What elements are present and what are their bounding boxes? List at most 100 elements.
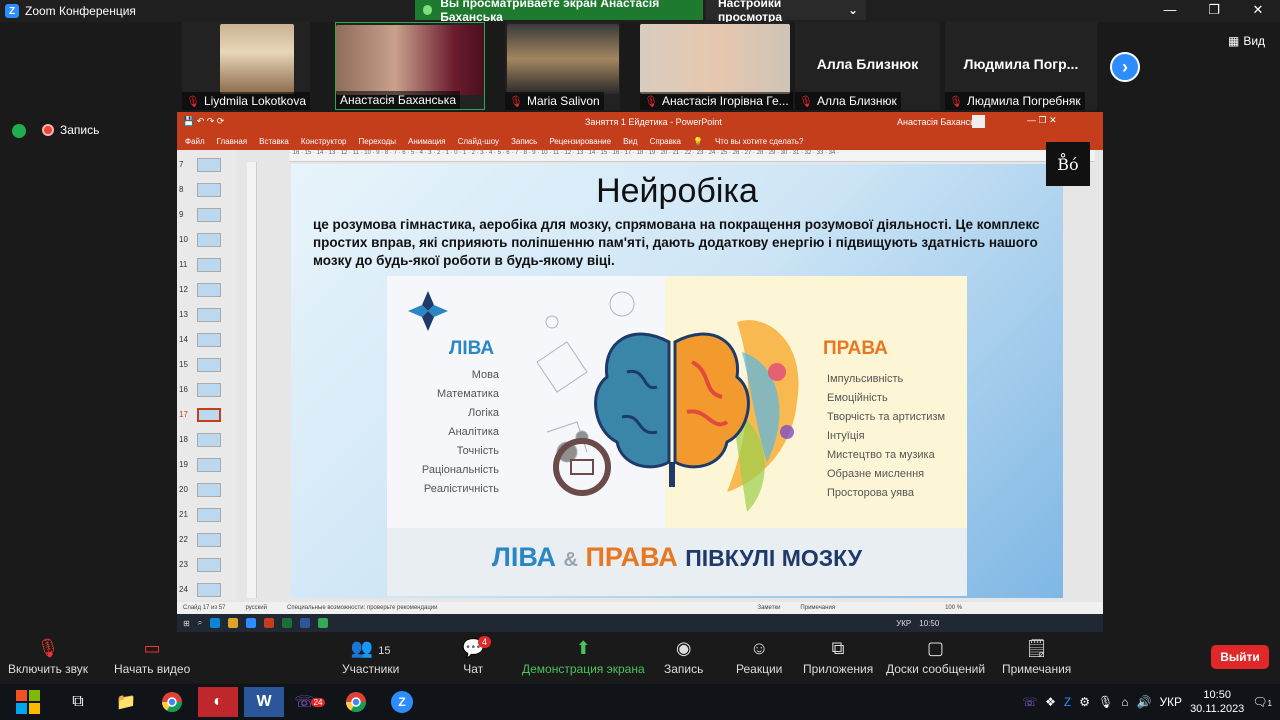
folder-icon[interactable] [228,618,239,628]
unmute-button[interactable]: 🎙 Включить звук [8,638,88,676]
slide-thumbnail[interactable] [197,283,221,297]
chrome-icon[interactable] [318,618,329,628]
input-language[interactable]: УКР [1159,695,1182,709]
microphone-tray-icon[interactable]: 🎙 [1098,695,1113,709]
share-screen-button[interactable]: ⬆ Демонстрация экрана [522,638,645,676]
slide-thumbnail[interactable] [197,333,221,347]
menu-record[interactable]: Запись [511,137,537,146]
minimize-button[interactable]: — [1148,0,1192,22]
status-accessibility[interactable]: Специальные возможности: проверьте реком… [287,605,437,611]
chrome-icon-2[interactable] [336,687,376,717]
participant-tile[interactable]: Людмила Погр... 🎙 Людмила Погребняк [945,22,1097,110]
edge-icon[interactable] [210,618,221,628]
participant-tile[interactable]: 🎙 Maria Salivon [505,22,620,110]
status-language[interactable]: русский [245,605,267,611]
ppt-window-controls[interactable]: — ❐ ✕ [1027,115,1057,126]
participants-button[interactable]: 👥 15 Участники [342,638,399,676]
reactions-button[interactable]: ☺ Реакции [736,638,782,676]
viber-tray-icon[interactable]: ☏ [1022,695,1037,709]
slide-thumbnail[interactable] [197,233,221,247]
clock[interactable]: 10:50 30.11.2023 [1190,688,1244,716]
notifications-icon[interactable]: 🗨1 [1252,695,1272,709]
slide-thumbnail[interactable] [197,508,221,522]
remote-taskbar-lang[interactable]: УКР [896,619,911,628]
search-icon[interactable]: ⌕ [198,618,202,628]
whiteboards-button[interactable]: ▢ Доски сообщений [886,638,985,676]
menu-home[interactable]: Главная [217,137,247,146]
powerpoint-window: 💾 ↶ ↷ ⟳ Заняття 1 Ейдетика - PowerPoint … [177,112,1103,632]
recording-indicator[interactable]: Запись [42,123,99,137]
viber-icon[interactable]: ☏ 24 [290,687,330,717]
zoom-tray-icon[interactable]: Z [1064,695,1071,709]
windows-start-icon[interactable]: ⊞ [183,619,190,628]
chat-badge: 4 [478,636,492,648]
view-button[interactable]: ▦ Вид [1228,34,1265,48]
settings-tray-icon[interactable]: ⚙ [1079,695,1090,709]
file-explorer-icon[interactable]: 📁 [106,687,146,717]
brain-illustration [536,291,799,512]
slide-canvas[interactable]: Нейробіка це розумова гімнастика, аеробі… [291,164,1063,598]
participant-tile[interactable]: 🎙 Liydmila Lokotkova [182,22,311,110]
menu-view[interactable]: Вид [623,137,637,146]
powerpoint-icon[interactable] [264,618,275,628]
zoom-icon[interactable] [246,618,257,628]
slide-thumbnail[interactable] [197,358,221,372]
menu-help[interactable]: Справка [650,137,681,146]
slide-thumbnail[interactable] [197,408,221,422]
chrome-icon[interactable] [152,687,192,717]
slide-thumbnail[interactable] [197,533,221,547]
word-icon[interactable] [300,618,311,628]
leave-button[interactable]: Выйти [1211,645,1269,669]
slide-thumbnail[interactable] [197,433,221,447]
slide-thumbnail[interactable] [197,183,221,197]
slide-thumbnail[interactable] [197,258,221,272]
apps-button[interactable]: ⧉ Приложения [803,638,873,676]
ppt-quick-access-icons[interactable]: 💾 ↶ ↷ ⟳ [183,116,224,127]
status-comments[interactable]: Примечания [800,605,835,611]
slides-panel[interactable]: 7 8 9 10 11 12 13 14 15 16 17 18 19 20 21 22 23 24 [177,150,237,600]
slide-thumbnail[interactable] [197,458,221,472]
remote-windows-taskbar: ⊞ ⌕ УКР 10:50 [177,614,1103,632]
slide-thumbnail[interactable] [197,383,221,397]
menu-transitions[interactable]: Переходы [358,137,396,146]
slide-thumbnail[interactable] [197,158,221,172]
menu-review[interactable]: Рецензирование [549,137,611,146]
participant-tile[interactable]: Алла Близнюк 🎙 Алла Близнюк [795,22,940,110]
zoom-app-icon[interactable]: Z [382,687,422,717]
maximize-button[interactable]: ❐ [1192,0,1236,22]
participant-tile[interactable]: 🎙 Анастасія Ігорівна Ге... [640,22,793,110]
status-notes[interactable]: Заметки [757,605,780,611]
app-red-icon[interactable]: ◐ [198,687,238,717]
excel-icon[interactable] [282,618,293,628]
notes-button[interactable]: 🗒 Примечания [1002,638,1071,676]
colorful-tray-icon[interactable]: ❖ [1045,695,1056,709]
task-view-icon[interactable]: ⧉ [58,687,98,717]
security-shield-icon[interactable] [12,124,26,138]
start-video-button[interactable]: ▭ Начать видео [114,638,190,676]
right-list-item: Емоційність [827,392,888,404]
slide-thumbnail[interactable] [197,583,221,597]
slide-thumbnail[interactable] [197,308,221,322]
slide-thumbnail[interactable] [197,558,221,572]
participant-name: Анастасія Баханська [336,91,460,109]
network-icon[interactable]: ⌂ [1121,695,1128,709]
word-icon[interactable]: W [244,687,284,717]
menu-file[interactable]: Файл [185,137,205,146]
tell-me-search[interactable]: Что вы хотите сделать? [715,137,803,146]
slide-number: 14 [179,335,188,344]
menu-insert[interactable]: Вставка [259,137,289,146]
participant-tile-active[interactable]: Анастасія Баханська [335,22,485,110]
volume-icon[interactable]: 🔊 [1136,695,1151,709]
menu-design[interactable]: Конструктор [301,137,347,146]
record-button[interactable]: ◉ Запись [664,638,703,676]
windows-start-icon[interactable] [8,687,48,717]
menu-animations[interactable]: Анимация [408,137,446,146]
slide-thumbnail[interactable] [197,208,221,222]
slide-thumbnail[interactable] [197,483,221,497]
next-page-arrow-icon[interactable]: › [1110,52,1140,82]
menu-slideshow[interactable]: Слайд-шоу [458,137,499,146]
close-button[interactable]: ✕ [1236,0,1280,22]
view-settings-button[interactable]: Настройки просмотра ⌄ [706,0,866,24]
zoom-level[interactable]: 100 % [945,605,962,611]
chat-button[interactable]: 💬 4 Чат [462,636,492,676]
